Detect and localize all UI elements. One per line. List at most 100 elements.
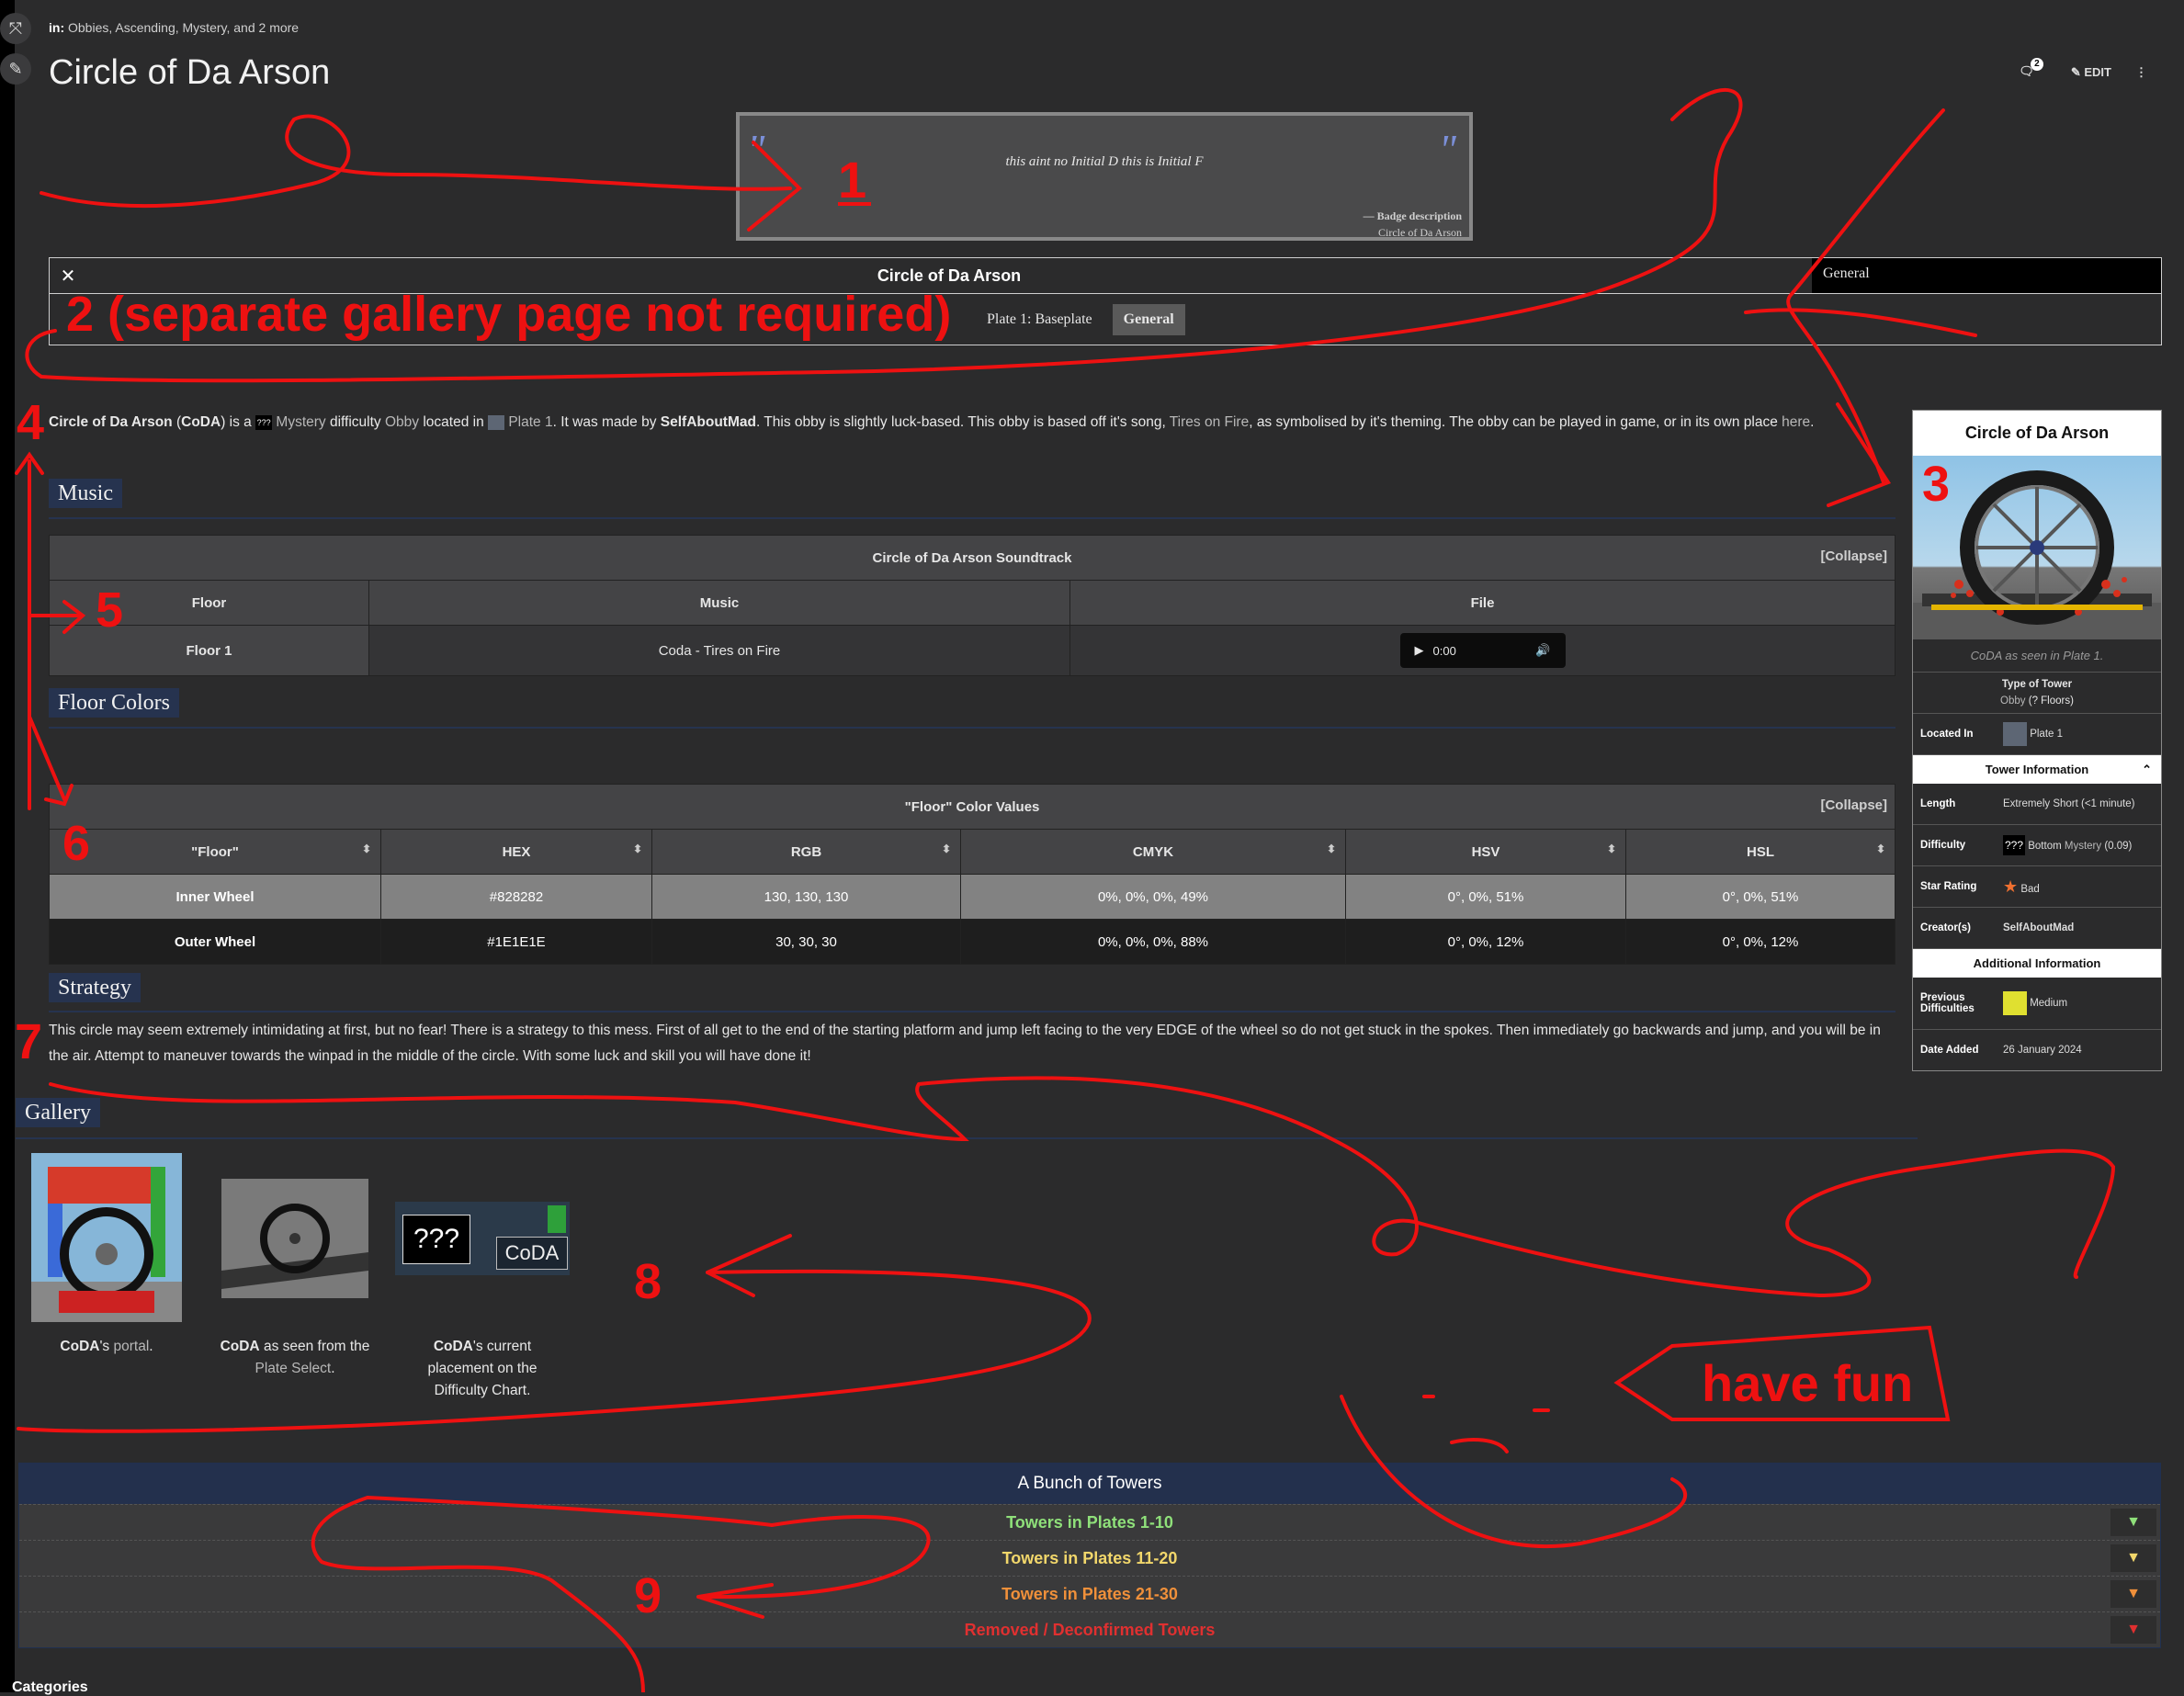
col-header-hsv[interactable]: HSV ⬍ [1345,829,1626,875]
col-header-cmyk[interactable]: CMYK ⬍ [960,829,1346,875]
tower-info-header[interactable]: Tower Information ⌃ [1913,755,2161,784]
intro-text: , as symbolised by it's theming. The obb… [1249,414,1782,430]
prev-value[interactable]: Medium [2030,998,2067,1009]
sort-icon[interactable]: ⬍ [1327,842,1336,855]
collapse-button[interactable]: [Collapse] [1820,797,1887,813]
navbox-row-plates-1-10[interactable]: Towers in Plates 1-10 ▼ [19,1504,2160,1540]
type-link[interactable]: Obby [2000,695,2026,707]
col-header-hsl[interactable]: HSL ⬍ [1625,829,1895,875]
sort-icon[interactable]: ⬍ [362,842,371,855]
gallery-tabber: ✕ Circle of Da Arson General Plate 1: Ba… [49,257,2162,345]
plate-link[interactable]: Plate 1 [508,414,552,430]
difficulty-value: Bottom [2028,841,2062,852]
obby-link[interactable]: Obby [385,414,419,430]
page-title: Circle of Da Arson [49,53,331,92]
chevron-up-icon[interactable]: ⌃ [2142,763,2152,777]
music-heading-wrap: Music [49,479,122,508]
left-edge-strip [0,0,15,1692]
song-link[interactable]: Tires on Fire [1170,414,1249,430]
music-heading: Music [49,479,122,508]
annotation-number: 7 [15,1014,42,1069]
intro-text: . [1810,414,1815,430]
green-block [548,1205,566,1233]
mystery-difficulty-icon: ??? [255,414,273,430]
tab-general-right[interactable]: General [1812,258,2161,293]
col-header: File [1069,580,1895,626]
pencil-icon[interactable]: ✎ [0,53,31,85]
category-breadcrumb[interactable]: in: Obbies, Ascending, Mystery, and 2 mo… [49,20,299,35]
divider [16,1137,1918,1139]
soundtrack-title: Circle of Da Arson Soundtrack [Collapse] [49,535,1895,581]
expand-triangle-icon[interactable]: ▼ [2110,1509,2156,1536]
annotation-scribble [1450,1438,1509,1453]
floor-cell: Floor 1 [49,625,369,676]
infobox-image[interactable] [1913,456,2161,639]
coda-label: CoDA [496,1237,568,1270]
navbox-row-removed[interactable]: Removed / Deconfirmed Towers ▼ [19,1611,2160,1647]
star-rating-row: Star Rating ★ Bad [1913,866,2161,908]
quote-citation: — Badge description Circle of Da Arson [1364,208,1462,241]
caption-bold: CoDA [60,1339,100,1354]
type-label: Type of Tower [2001,679,2073,690]
col-header-rgb[interactable]: RGB ⬍ [651,829,961,875]
color-values-table: "Floor" Color Values [Collapse] "Floor" ⬍ … [49,784,1895,965]
here-link[interactable]: here [1782,414,1810,430]
col-header-hex[interactable]: HEX ⬍ [380,829,652,875]
plate-icon [2003,722,2027,746]
more-options-icon[interactable]: ⋮ [2135,65,2147,80]
sort-icon[interactable]: ⬍ [1876,842,1885,855]
gallery-caption: CoDA's portal. [31,1336,182,1358]
comments-button[interactable]: 🗨2 [2019,58,2047,80]
music-cell: Coda - Tires on Fire [368,625,1070,676]
play-icon[interactable]: ▶ [1415,643,1424,658]
navbox-row-plates-11-20[interactable]: Towers in Plates 11-20 ▼ [19,1540,2160,1576]
strategy-heading: Strategy [49,973,141,1002]
caption-text: 's current [472,1339,532,1354]
expand-icon[interactable]: ⤧ [0,13,31,44]
sort-icon[interactable]: ⬍ [633,842,642,855]
creator-name: SelfAboutMad [660,414,756,430]
located-label: Located In [1920,729,1974,740]
navbox-row-plates-21-30[interactable]: Towers in Plates 21-30 ▼ [19,1576,2160,1611]
sort-icon[interactable]: ⬍ [1607,842,1616,855]
tab-general[interactable]: General [1112,304,1185,335]
categories-list[interactable]: Obbies, Ascending, Mystery, and 2 more [68,20,299,35]
located-value[interactable]: Plate 1 [2030,729,2063,740]
sort-icon[interactable]: ⬍ [942,842,951,855]
annotation-dots [1422,1395,1550,1412]
cell-cmyk: 0%, 0%, 0%, 49% [960,874,1346,920]
wheel-image [1913,470,2161,639]
close-icon[interactable]: ✕ [50,265,86,288]
annotation-text: have fun [1702,1354,1913,1412]
tab-plate[interactable]: Plate 1: Baseplate [987,311,1092,328]
star-icon: ★ [2003,876,2019,896]
volume-icon[interactable]: 🔊 [1535,643,1550,658]
edit-button[interactable]: ✎ EDIT [2071,65,2111,80]
collapse-button[interactable]: [Collapse] [1820,548,1887,564]
cell-rgb: 130, 130, 130 [651,874,961,920]
expand-triangle-icon[interactable]: ▼ [2110,1580,2156,1608]
expand-triangle-icon[interactable]: ▼ [2110,1544,2156,1572]
gallery-thumb-portal[interactable] [31,1153,182,1322]
date-label: Date Added [1920,1045,1979,1056]
date-value: 26 January 2024 [2003,1045,2082,1056]
difficulty-link[interactable]: Mystery [276,414,325,430]
col-header: Music [368,580,1070,626]
colors-heading-wrap: Floor Colors [49,688,180,718]
expand-triangle-icon[interactable]: ▼ [2110,1616,2156,1644]
audio-player[interactable]: ▶ 0:00 🔊 [1399,633,1566,668]
annotation-arrow [15,451,44,475]
star-value: Bad [2020,883,2040,895]
audio-time: 0:00 [1432,643,1456,658]
infobox-title: Circle of Da Arson [1913,411,2161,456]
plate-select-link[interactable]: Plate Select [255,1361,331,1376]
quote-cite-label: — Badge description [1363,209,1462,222]
difficulty-link[interactable]: Mystery [2065,841,2101,852]
portal-link[interactable]: portal [113,1339,149,1354]
col-header-floor[interactable]: "Floor" ⬍ [49,829,381,875]
towers-navbox: A Bunch of Towers Towers in Plates 1-10 ▼… [18,1463,2161,1648]
gallery-thumb-plate-select[interactable] [221,1179,368,1298]
creator-label: Creator(s) [1920,922,1971,933]
categories-footer[interactable]: Categories [12,1679,88,1696]
gallery-thumb-difficulty-chart[interactable]: ??? CoDA [395,1202,570,1275]
